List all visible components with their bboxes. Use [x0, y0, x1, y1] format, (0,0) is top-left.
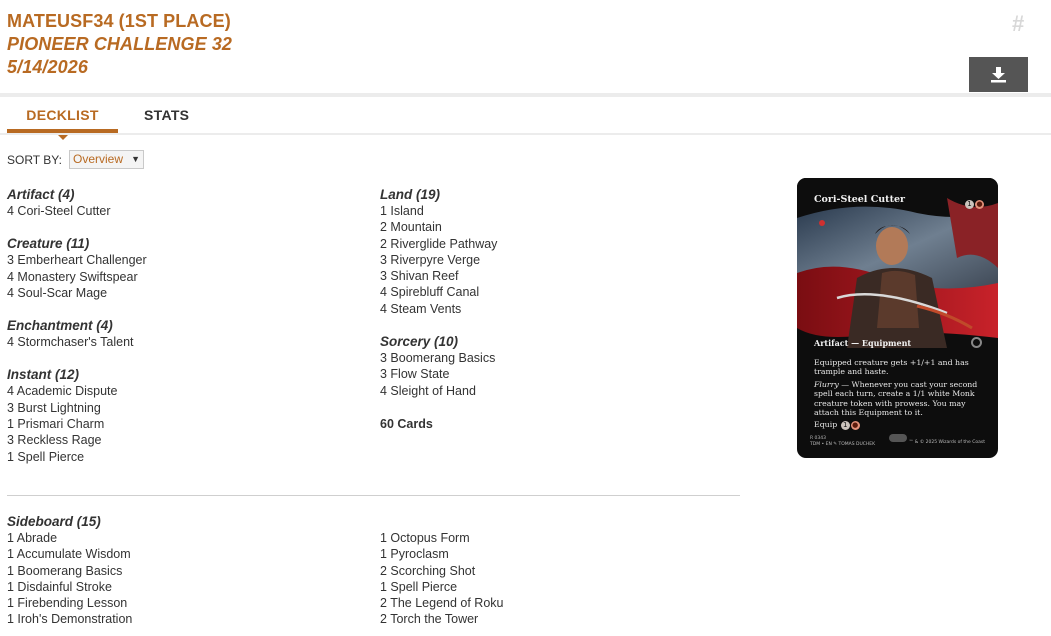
page-header: MATEUSF34 (1ST PLACE) PIONEER CHALLENGE …: [0, 0, 1051, 94]
card-entry[interactable]: 2 Mountain: [380, 219, 710, 235]
card-entry[interactable]: 2 Scorching Shot: [380, 563, 503, 579]
sideboard-divider: [7, 495, 740, 496]
card-entry[interactable]: 2 Torch the Tower: [380, 611, 503, 627]
rules-line: Flurry — Whenever you cast your second s…: [814, 380, 986, 418]
card-entry[interactable]: 3 Emberheart Challenger: [7, 252, 337, 268]
sideboard-heading: Sideboard (15): [7, 514, 101, 529]
event-title: PIONEER CHALLENGE 32: [7, 34, 233, 54]
card-group-enchantment: Enchantment (4) 4 Stormchaser's Talent: [7, 318, 337, 350]
mana-cost: 1 ●: [964, 193, 984, 211]
flurry-keyword: Flurry: [814, 379, 839, 389]
card-entry[interactable]: 4 Academic Dispute: [7, 383, 337, 399]
tab-stats[interactable]: STATS: [144, 107, 189, 123]
card-entry[interactable]: 2 Riverglide Pathway: [380, 236, 710, 252]
sort-selected-value: Overview: [73, 152, 124, 166]
group-heading: Land (19): [380, 187, 441, 202]
card-entry[interactable]: 1 Boomerang Basics: [7, 563, 132, 579]
card-entry[interactable]: 1 Iroh's Demonstration: [7, 611, 132, 627]
card-entry[interactable]: 3 Riverpyre Verge: [380, 252, 710, 268]
card-type-line: Artifact — Equipment: [814, 338, 912, 348]
rules-line: Equipped creature gets +1/+1 and has tra…: [814, 358, 969, 377]
group-heading: Instant (12): [7, 367, 80, 383]
card-entry[interactable]: 3 Burst Lightning: [7, 400, 337, 416]
card-entry[interactable]: 4 Cori-Steel Cutter: [7, 203, 337, 219]
card-entry[interactable]: 3 Reckless Rage: [7, 432, 337, 448]
card-name: Cori-Steel Cutter: [814, 194, 906, 205]
card-footer-info: R 0343 TDM • EN ✎ TOMAS DUCHEK: [810, 436, 876, 447]
download-icon: [991, 67, 1006, 83]
permalink-hash-icon[interactable]: #: [1012, 11, 1024, 37]
download-button[interactable]: [969, 57, 1028, 92]
sideboard-right-column: 1 Octopus Form 1 Pyroclasm 2 Scorching S…: [380, 530, 503, 628]
card-group-instant: Instant (12) 4 Academic Dispute 3 Burst …: [7, 367, 337, 464]
holo-stamp: [889, 434, 907, 442]
card-entry[interactable]: 1 Spell Pierce: [7, 449, 337, 465]
card-entry[interactable]: 1 Abrade: [7, 530, 132, 546]
group-heading: Artifact (4): [7, 187, 75, 202]
tab-bar: DECKLIST STATS: [0, 97, 1051, 140]
sort-label: SORT BY:: [7, 153, 62, 167]
card-entry[interactable]: 4 Spirebluff Canal: [380, 284, 710, 300]
card-entry[interactable]: 4 Stormchaser's Talent: [7, 334, 337, 350]
card-rules-text: Equipped creature gets +1/+1 and has tra…: [814, 358, 986, 433]
card-group-artifact: Artifact (4) 4 Cori-Steel Cutter: [7, 187, 337, 219]
card-entry[interactable]: 1 Disdainful Stroke: [7, 579, 132, 595]
sideboard-left-column: 1 Abrade 1 Accumulate Wisdom 1 Boomerang…: [7, 530, 132, 628]
set-symbol-icon: [971, 337, 982, 348]
tab-separator: [0, 133, 1051, 135]
card-entry[interactable]: 1 Pyroclasm: [380, 546, 503, 562]
card-group-sorcery: Sorcery (10) 3 Boomerang Basics 3 Flow S…: [380, 334, 710, 399]
decklist-right-column: Land (19) 1 Island 2 Mountain 2 Rivergli…: [380, 187, 710, 432]
card-entry[interactable]: 3 Flow State: [380, 366, 710, 382]
card-entry[interactable]: 1 Firebending Lesson: [7, 595, 132, 611]
card-entry[interactable]: 4 Monastery Swiftspear: [7, 269, 337, 285]
group-heading: Sorcery (10): [380, 334, 459, 350]
card-copyright: ™ & © 2025 Wizards of the Coast: [908, 440, 985, 445]
rules-line: Equip 1 ●: [814, 420, 986, 431]
card-total: 60 Cards: [380, 416, 433, 431]
chevron-down-icon: ▼: [131, 154, 140, 164]
decklist-left-column: Artifact (4) 4 Cori-Steel Cutter Creatur…: [7, 187, 337, 482]
card-entry[interactable]: 1 Octopus Form: [380, 530, 503, 546]
card-entry[interactable]: 3 Shivan Reef: [380, 268, 710, 284]
card-preview-image: Cori-Steel Cutter 1 ● Artifact — Equipmen…: [797, 178, 998, 458]
card-entry[interactable]: 1 Prismari Charm: [7, 416, 337, 432]
tab-decklist[interactable]: DECKLIST: [7, 107, 118, 123]
card-entry[interactable]: 1 Island: [380, 203, 710, 219]
card-entry[interactable]: 3 Boomerang Basics: [380, 350, 710, 366]
generic-mana-icon: 1: [840, 421, 850, 431]
red-mana-icon: ●: [850, 421, 860, 431]
card-entry[interactable]: 2 The Legend of Roku: [380, 595, 503, 611]
flurry-text: — Whenever you cast your second spell ea…: [814, 379, 978, 418]
equip-label: Equip: [814, 420, 838, 430]
card-entry[interactable]: 4 Sleight of Hand: [380, 383, 710, 399]
event-date: 5/14/2026: [7, 57, 88, 77]
card-group-creature: Creature (11) 3 Emberheart Challenger 4 …: [7, 236, 337, 301]
player-title: MATEUSF34 (1ST PLACE): [7, 11, 231, 31]
card-entry[interactable]: 4 Steam Vents: [380, 301, 710, 317]
card-entry[interactable]: 1 Spell Pierce: [380, 579, 503, 595]
sort-select[interactable]: Overview ▼: [69, 150, 144, 169]
card-entry[interactable]: 1 Accumulate Wisdom: [7, 546, 132, 562]
card-group-land: Land (19) 1 Island 2 Mountain 2 Rivergli…: [380, 187, 710, 317]
red-mana-icon: ●: [975, 200, 984, 209]
group-heading: Enchantment (4): [7, 318, 113, 334]
group-heading: Creature (11): [7, 236, 90, 252]
generic-mana-icon: 1: [965, 200, 974, 209]
card-entry[interactable]: 4 Soul-Scar Mage: [7, 285, 337, 301]
